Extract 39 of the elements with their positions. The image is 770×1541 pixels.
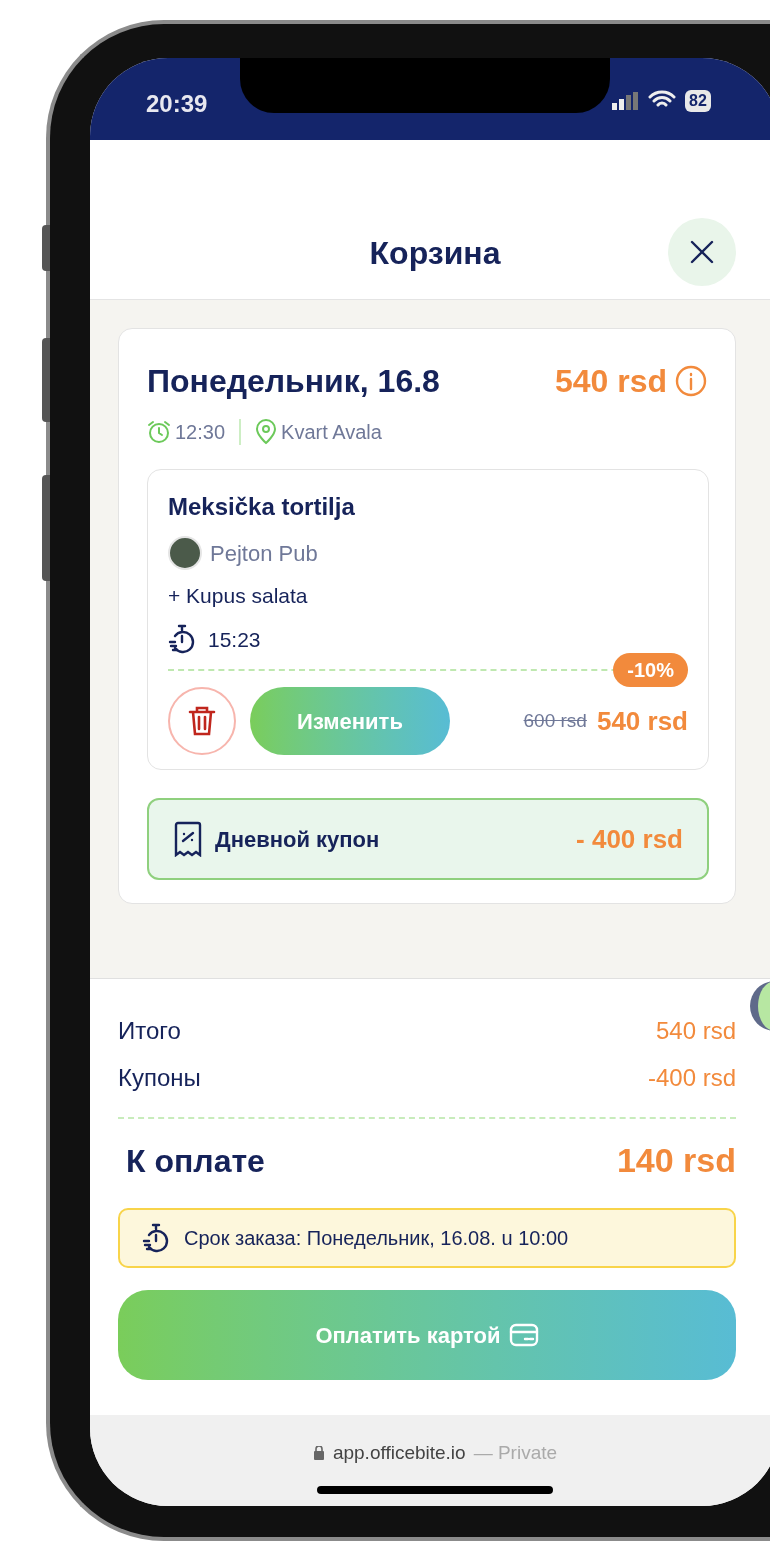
deadline-text: Срок заказа: Понедельник, 16.08. u 10:00	[184, 1226, 569, 1251]
old-price: 600 rsd	[523, 708, 587, 733]
card-icon	[508, 1323, 539, 1347]
restaurant-logo	[168, 536, 202, 570]
info-icon	[675, 365, 707, 397]
page-title: Корзина	[369, 233, 501, 273]
coupon-amount: - 400 rsd	[576, 822, 683, 856]
signal-icon	[612, 92, 638, 110]
browser-mode: — Private	[473, 1441, 558, 1465]
coupon-label: Дневной купон	[215, 825, 380, 854]
edit-button[interactable]: Изменить	[250, 687, 450, 755]
ready-time: 15:23	[208, 626, 261, 653]
delivery-location: Kvart Avala	[281, 420, 382, 445]
pay-button[interactable]: Оплатить картой	[118, 1290, 736, 1380]
summary-value: -400 rsd	[647, 1062, 736, 1093]
total-value: 140 rsd	[616, 1140, 736, 1181]
close-icon	[690, 240, 714, 264]
coupon-icon	[173, 821, 203, 857]
item-price: 540 rsd	[596, 704, 688, 738]
total-label: К оплате	[126, 1141, 265, 1181]
item-name: Meksička tortilja	[168, 492, 356, 522]
summary-label: Купоны	[118, 1062, 201, 1093]
delivery-time: 12:30	[175, 420, 226, 445]
battery-level: 82	[685, 90, 711, 112]
location-pin-icon	[255, 419, 278, 445]
status-time: 20:39	[146, 89, 208, 119]
item-extra: + Kupus salata	[168, 583, 309, 609]
lock-icon	[312, 1446, 325, 1461]
day-title: Понедельник, 16.8	[147, 362, 440, 401]
stopwatch-icon	[168, 624, 196, 655]
day-total: 540 rsd	[554, 362, 667, 401]
stopwatch-icon	[142, 1223, 170, 1253]
summary-label: Итого	[118, 1015, 181, 1046]
browser-url[interactable]: app.officebite.io	[332, 1439, 466, 1468]
trash-icon	[188, 705, 216, 737]
summary-value: 540 rsd	[655, 1015, 736, 1046]
alarm-clock-icon	[147, 420, 171, 444]
restaurant-name: Pejton Pub	[210, 539, 318, 568]
discount-badge: -10%	[613, 653, 688, 687]
